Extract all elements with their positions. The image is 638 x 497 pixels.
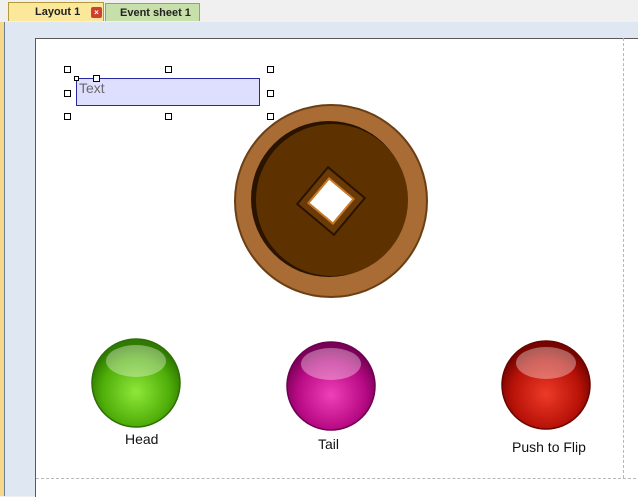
- flip-label: Push to Flip: [512, 439, 586, 455]
- head-button[interactable]: [90, 337, 182, 429]
- tail-button[interactable]: [285, 340, 377, 432]
- hotspot-handle[interactable]: [74, 76, 79, 81]
- selection-handle-top-left[interactable]: [64, 66, 71, 73]
- selection-handle-bottom[interactable]: [165, 113, 172, 120]
- selection-handle-top[interactable]: [165, 66, 172, 73]
- window-boundary-bottom: [36, 478, 636, 479]
- selection-handle-top-right[interactable]: [267, 66, 274, 73]
- coin-sprite[interactable]: [233, 103, 429, 299]
- origin-handle[interactable]: [93, 75, 100, 82]
- tail-label: Tail: [318, 436, 340, 452]
- tab-event-sheet-1[interactable]: Event sheet 1: [105, 3, 200, 21]
- selection-handle-right[interactable]: [267, 90, 274, 97]
- flip-button[interactable]: [500, 339, 592, 431]
- tab-layout-1-label: Layout 1: [35, 6, 81, 18]
- text-object[interactable]: Text: [76, 78, 260, 106]
- window-boundary-right: [623, 38, 624, 478]
- tab-event-sheet-1-label: Event sheet 1: [120, 7, 191, 19]
- tab-layout-1[interactable]: Layout 1 ×: [8, 2, 104, 21]
- head-label: Head: [125, 431, 159, 447]
- text-object-content: Text: [79, 80, 105, 96]
- tab-strip: Layout 1 × Event sheet 1: [0, 0, 638, 23]
- editor-left-border: [0, 22, 5, 496]
- selection-handle-bottom-left[interactable]: [64, 113, 71, 120]
- close-icon[interactable]: ×: [91, 7, 102, 18]
- selection-handle-left[interactable]: [64, 90, 71, 97]
